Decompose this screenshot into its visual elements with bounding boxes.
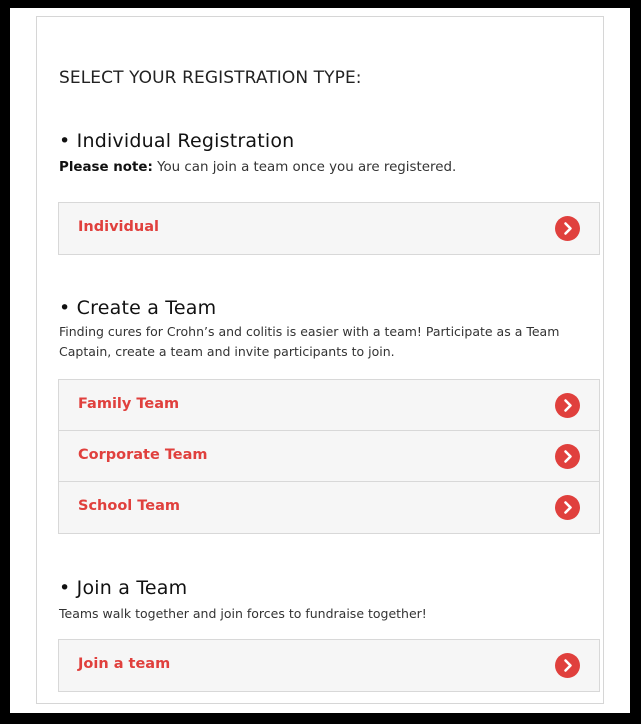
option-label: Corporate Team — [78, 447, 208, 463]
section-desc-create-team: Finding cures for Crohn’s and colitis is… — [59, 324, 560, 359]
option-corporate-team[interactable]: Corporate Team — [59, 431, 599, 482]
chevron-right-circle-icon[interactable] — [555, 653, 580, 678]
option-family-team[interactable]: Family Team — [59, 380, 599, 431]
section-title-join-team: • Join a Team — [59, 577, 188, 599]
chevron-right-circle-icon[interactable] — [555, 393, 580, 418]
join-team-options: Join a team — [58, 639, 600, 692]
section-desc-individual: Please note: You can join a team once yo… — [59, 158, 589, 178]
chevron-right-circle-icon[interactable] — [555, 495, 580, 520]
option-school-team[interactable]: School Team — [59, 482, 599, 533]
note-label: Please note: — [59, 160, 153, 175]
chevron-right-circle-icon[interactable] — [555, 216, 580, 241]
option-individual[interactable]: Individual — [59, 203, 599, 254]
page-frame: SELECT YOUR REGISTRATION TYPE: • Individ… — [10, 8, 630, 713]
section-desc-join-team: Teams walk together and join forces to f… — [59, 606, 427, 621]
option-label: School Team — [78, 498, 180, 514]
section-title-create-team: • Create a Team — [59, 297, 217, 319]
registration-type-panel: SELECT YOUR REGISTRATION TYPE: • Individ… — [36, 16, 604, 704]
option-join-team[interactable]: Join a team — [59, 640, 599, 691]
create-team-options: Family Team Corporate Team School Team — [58, 379, 600, 534]
page-heading: SELECT YOUR REGISTRATION TYPE: — [59, 68, 362, 88]
option-label: Family Team — [78, 396, 180, 412]
individual-options: Individual — [58, 202, 600, 255]
option-label: Join a team — [78, 656, 171, 672]
chevron-right-circle-icon[interactable] — [555, 444, 580, 469]
section-title-individual: • Individual Registration — [59, 130, 295, 152]
note-text: You can join a team once you are registe… — [152, 160, 457, 175]
option-label: Individual — [78, 219, 159, 235]
